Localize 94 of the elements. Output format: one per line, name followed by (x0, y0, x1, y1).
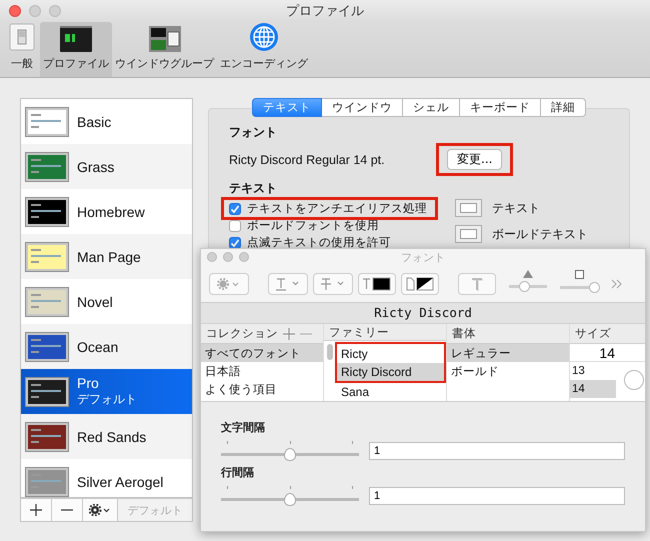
checkbox-label: 点滅テキストの使用を許可 (247, 235, 391, 250)
text-shadow-icon (470, 277, 484, 291)
font-family-item[interactable]: Sana (335, 383, 446, 401)
profile-item[interactable]: Pro デフォルト (21, 369, 192, 414)
plus-icon[interactable] (283, 328, 295, 340)
terminal-windows-icon (148, 26, 180, 52)
collection-item[interactable]: 日本語 (201, 362, 323, 380)
zoom-button[interactable] (49, 5, 61, 17)
column-header: ファミリー (329, 324, 389, 340)
profile-item[interactable]: Red Sands (21, 414, 192, 459)
font-family-item[interactable]: Ricty (337, 345, 444, 363)
checkbox[interactable] (229, 202, 241, 214)
toolbar-tab[interactable]: 一般 (4, 22, 40, 77)
toolbar-tab[interactable]: ウインドウグループ (112, 22, 217, 77)
profile-name: Pro (77, 375, 100, 391)
text-color-icon (362, 277, 392, 291)
profile-item[interactable]: Basic (21, 99, 192, 144)
checkbox[interactable] (229, 220, 241, 232)
slider-thumb[interactable] (589, 282, 600, 292)
plus-icon (30, 504, 42, 516)
column-header: サイズ (575, 326, 611, 341)
toolbar-tab[interactable]: エンコーディング (217, 22, 311, 77)
terminal-icon (60, 26, 92, 52)
spacing-field[interactable]: 1 (368, 442, 625, 460)
size-item[interactable]: 13 (570, 362, 616, 380)
profile-name: Silver Aerogel (77, 474, 164, 490)
minimize-button[interactable] (223, 252, 233, 262)
checkbox-label: テキストをアンチエイリアス処理 (247, 201, 427, 216)
section-heading: テキスト (229, 181, 277, 195)
minimize-button[interactable] (29, 5, 41, 17)
column-header: 書体 (452, 326, 476, 341)
chevron-icon[interactable] (611, 279, 623, 289)
spacing-field[interactable]: 1 (368, 487, 625, 505)
color-well[interactable] (455, 225, 482, 243)
slider-thumb[interactable] (284, 493, 296, 506)
tab[interactable]: シェル (403, 98, 460, 117)
profile-item[interactable]: Silver Aerogel (21, 459, 192, 497)
close-button[interactable] (207, 252, 217, 262)
collection-item[interactable]: すべてのフォント (201, 344, 323, 362)
document-color-button[interactable] (401, 273, 439, 295)
profile-name: Homebrew (77, 204, 145, 220)
minus-icon[interactable] (300, 332, 312, 334)
profile-name: Basic (77, 114, 112, 130)
panel-title: フォント (401, 250, 445, 265)
profile-name: Ocean (77, 338, 118, 354)
tab[interactable]: キーボード (460, 98, 541, 117)
spacing-label: 文字間隔 (221, 420, 266, 435)
zoom-button[interactable] (239, 252, 249, 262)
font-family-item[interactable]: Ricty Discord (337, 363, 444, 381)
square-icon (574, 270, 584, 278)
document-color-icon (405, 277, 435, 291)
default-label: デフォルト (77, 391, 137, 408)
change-button[interactable]: 変更... (447, 149, 502, 170)
color-well-label: テキスト (492, 200, 540, 216)
profile-name: Novel (77, 294, 113, 310)
scroll-thumb[interactable] (327, 344, 333, 360)
color-well[interactable] (455, 199, 482, 217)
spacing-label: 行間隔 (221, 465, 255, 480)
tab[interactable]: 詳細 (541, 98, 586, 117)
gear-icon (89, 504, 111, 516)
profile-item[interactable]: Man Page (21, 234, 192, 279)
font-name: Ricty Discord Regular 14 pt. (229, 152, 386, 166)
checkbox[interactable] (229, 236, 241, 248)
checkbox-label: ボールドフォントを使用 (247, 218, 379, 233)
globe-icon (249, 22, 279, 52)
typeface-item[interactable]: ボールド (447, 362, 569, 380)
toolbar-tab[interactable]: プロファイル (40, 22, 112, 77)
text-color-button[interactable] (358, 273, 396, 295)
collection-item[interactable]: よく使う項目 (201, 380, 323, 398)
profile-name: Red Sands (77, 428, 146, 444)
strikethrough-menu-button[interactable] (313, 273, 353, 295)
typeface-item[interactable]: レギュラー (447, 344, 569, 362)
slider-thumb[interactable] (519, 281, 530, 292)
profile-item[interactable]: Homebrew (21, 189, 192, 234)
shadow-button[interactable] (458, 273, 496, 295)
window-title: プロファイル (286, 3, 364, 20)
profile-item[interactable]: Ocean (21, 324, 192, 369)
profile-name: Grass (77, 158, 114, 174)
column-header: コレクション (206, 326, 278, 341)
section-heading: フォント (229, 125, 277, 139)
slider-thumb[interactable] (284, 448, 296, 461)
tab[interactable]: ウインドウ (322, 98, 403, 117)
size-dial[interactable] (624, 370, 644, 390)
triangle-icon (523, 270, 533, 278)
font-preview: Ricty Discord (201, 303, 645, 324)
close-button[interactable] (9, 5, 21, 17)
profile-name: Man Page (77, 248, 141, 264)
underline-menu-button[interactable] (268, 273, 308, 295)
action-menu-button[interactable] (209, 273, 249, 295)
color-well-label: ボールドテキスト (492, 226, 588, 242)
profile-item[interactable]: Novel (21, 279, 192, 324)
profile-item[interactable]: Grass (21, 144, 192, 189)
minus-icon (61, 509, 73, 511)
size-item[interactable]: 14 (570, 380, 616, 398)
